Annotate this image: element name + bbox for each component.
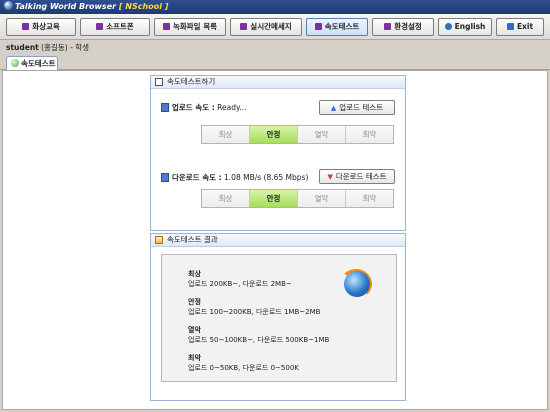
content-area: 속도테스트하기 업로드 속도 : Ready... ▲ 업로드 테스트 최상 안정… [2,70,548,410]
recording-list-button[interactable]: 녹화파일 목록 [154,18,226,36]
result-desc: 업로드 0~50KB, 다운로드 0~500K [188,364,299,372]
result-desc: 업로드 100~200KB, 다운로드 1MB~2MB [188,308,321,316]
result-item-poor: 열악 업로드 50~100KB~, 다운로드 500KB~1MB [188,325,329,345]
upload-label: 업로드 속도 : [172,103,215,112]
button-label: Exit [516,22,534,31]
user-name: student [6,43,39,52]
level-worst: 최악 [346,190,393,207]
button-icon [314,23,322,30]
download-speed-row: 다운로드 속도 : 1.08 MB/s (8.65 Mbps) [161,172,308,183]
arrow-up-icon: ▲ [330,104,337,112]
result-item-stable: 안정 업로드 100~200KB, 다운로드 1MB~2MB [188,297,320,317]
download-icon [161,173,169,182]
speed-test-panel: 속도테스트하기 업로드 속도 : Ready... ▲ 업로드 테스트 최상 안정… [150,75,406,231]
button-icon [96,23,104,30]
exit-icon [506,23,514,30]
network-globe-icon [344,271,370,297]
english-button[interactable]: English [438,18,492,36]
upload-level-bar: 최상 안정 열악 최악 [201,125,394,144]
button-label: 실시간메세지 [250,22,292,31]
speed-result-panel-header: 속도테스트 결과 [151,234,405,247]
video-class-button[interactable]: 화상교육 [6,18,76,36]
download-value: 1.08 MB/s (8.65 Mbps) [224,173,309,182]
realtime-message-button[interactable]: 실시간메세지 [230,18,302,36]
settings-button[interactable]: 환경설정 [372,18,434,36]
result-title: 최악 [188,354,201,362]
user-realname: (홍길동) [41,43,68,52]
tab-speed-test[interactable]: 속도테스트 [6,56,58,70]
download-test-button[interactable]: ▼ 다운로드 테스트 [319,169,395,184]
level-best: 최상 [202,190,250,207]
window-title-bar: Talking World Browser [ NSchool ] [0,0,550,14]
download-level-bar: 최상 안정 열악 최악 [201,189,394,208]
speed-test-icon [11,59,19,67]
arrow-down-icon: ▼ [327,173,333,181]
button-label: 환경설정 [394,22,422,31]
globe-icon [444,23,452,30]
panel-icon [155,78,163,86]
result-title: 안정 [188,298,201,306]
button-label: 속도테스트 [324,22,360,31]
clipboard-icon [155,236,163,244]
user-info: student (홍길동) - 학생 [6,42,89,53]
result-desc: 업로드 200KB~, 다운로드 2MB~ [188,280,292,288]
app-globe-icon [4,1,13,10]
result-desc: 업로드 50~100KB~, 다운로드 500KB~1MB [188,336,330,344]
upload-icon [161,103,169,112]
speed-test-panel-header: 속도테스트하기 [151,76,405,89]
level-best: 최상 [202,126,250,143]
level-poor: 열악 [298,190,346,207]
result-item-best: 최상 업로드 200KB~, 다운로드 2MB~ [188,269,292,289]
level-worst: 최악 [346,126,393,143]
button-label: 녹화파일 목록 [172,22,217,31]
level-stable: 안정 [250,190,298,207]
user-role: 학생 [75,43,90,52]
user-separator: - [70,43,73,52]
upload-test-button[interactable]: ▲ 업로드 테스트 [319,100,395,115]
result-description-box: 최상 업로드 200KB~, 다운로드 2MB~ 안정 업로드 100~200K… [161,254,397,382]
panel-title: 속도테스트 결과 [167,235,218,244]
download-label: 다운로드 속도 : [172,173,222,182]
button-icon [384,23,392,30]
panel-title: 속도테스트하기 [167,77,216,86]
upload-value: Ready... [217,103,247,112]
tab-strip: 속도테스트 [0,54,550,70]
button-icon [22,23,30,30]
button-icon [240,23,248,30]
level-stable: 안정 [250,126,298,143]
speed-result-panel: 속도테스트 결과 최상 업로드 200KB~, 다운로드 2MB~ 안정 업로드… [150,233,406,401]
tab-label: 속도테스트 [21,59,56,68]
speed-test-button[interactable]: 속도테스트 [306,18,368,36]
result-item-worst: 최악 업로드 0~50KB, 다운로드 0~500K [188,353,299,373]
main-toolbar: 화상교육 소프트폰 녹화파일 목록 실시간메세지 속도테스트 환경설정 Engl… [0,14,550,40]
upload-speed-row: 업로드 속도 : Ready... [161,102,247,113]
softphone-button[interactable]: 소프트폰 [80,18,150,36]
exit-button[interactable]: Exit [496,18,544,36]
button-icon [162,23,170,30]
button-label: 화상교육 [32,22,60,31]
result-title: 열악 [188,326,201,334]
window-title-accent: [ NSchool ] [118,2,169,11]
window-title: Talking World Browser [15,2,117,11]
level-poor: 열악 [298,126,346,143]
result-title: 최상 [188,270,201,278]
download-test-label: 다운로드 테스트 [335,172,387,181]
button-label: 소프트폰 [106,22,134,31]
upload-test-label: 업로드 테스트 [339,103,384,112]
button-label: English [454,22,486,31]
